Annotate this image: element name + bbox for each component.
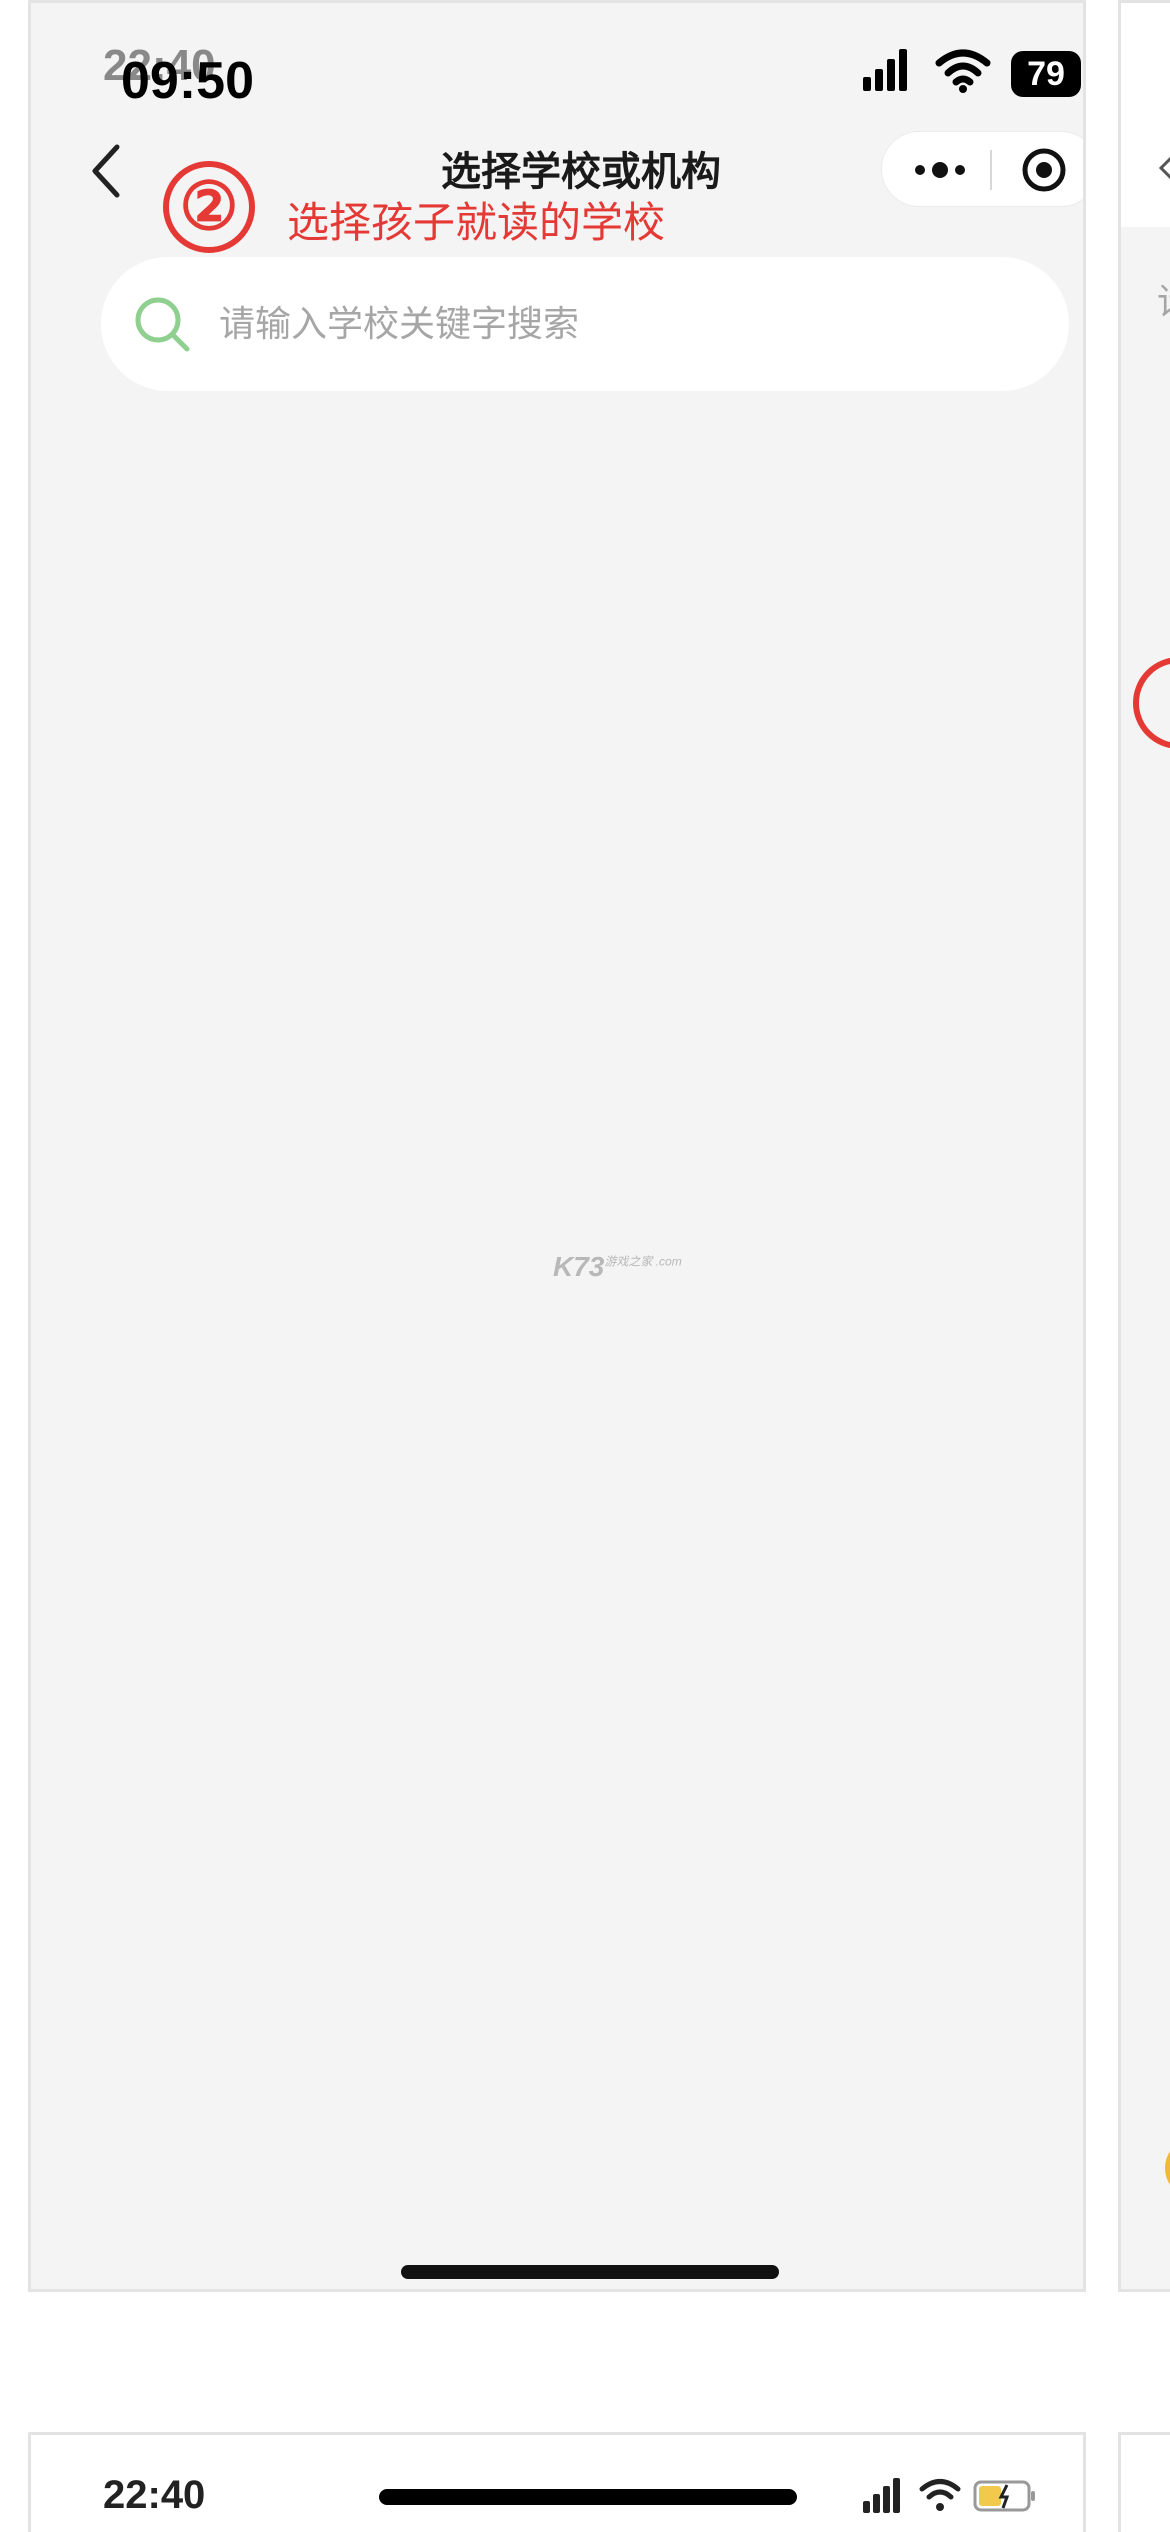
watermark-logo: K73游戏之家 .com: [553, 1251, 682, 1283]
step-number: ②: [179, 169, 239, 243]
capsule-divider: [990, 150, 992, 190]
next-screen-status-time: 22:40: [103, 2473, 206, 2517]
search-bar[interactable]: [101, 257, 1069, 391]
next-screen-wifi-icon: [919, 2479, 961, 2511]
adjacent-step-marker: [1133, 657, 1170, 749]
wifi-icon: [935, 49, 991, 93]
cellular-signal-icon: [863, 49, 907, 91]
close-target-icon[interactable]: [1020, 146, 1068, 194]
adjacent-back-chevron-icon: [1158, 156, 1170, 180]
next-screen-preview: 22:40: [28, 2432, 1086, 2532]
adjacent-placeholder-fragment: 请: [1157, 273, 1170, 325]
more-dots-icon[interactable]: [912, 154, 968, 186]
battery-tip: [1085, 63, 1086, 85]
status-time: 09:50: [121, 52, 254, 110]
back-chevron-icon[interactable]: [87, 141, 127, 201]
annotation-text: 选择孩子就读的学校: [287, 198, 666, 247]
miniprogram-capsule: [881, 131, 1083, 207]
battery-level-badge: 79: [1011, 51, 1081, 97]
search-input[interactable]: [219, 287, 1019, 361]
adjacent-screen-edge: 请: [1118, 0, 1170, 2292]
screenshot-root: 22:40 09:50 79 选择学校或机构 ② 选择孩子就读的学校 请输入学校…: [0, 0, 1170, 2532]
home-indicator[interactable]: [401, 2265, 779, 2279]
next-screen-adjacent-edge: [1118, 2432, 1170, 2532]
search-icon: [135, 297, 190, 352]
step-number-marker: ②: [163, 161, 255, 253]
next-screen-battery-icon: [973, 2480, 1035, 2512]
watermark-logo-text: K73: [553, 1251, 605, 1282]
next-screen-dynamic-island: [379, 2489, 797, 2505]
next-screen-signal-icon: [863, 2478, 900, 2513]
watermark-sub-text: 游戏之家 .com: [604, 1254, 682, 1269]
adjacent-orange-mark: [1165, 2143, 1170, 2193]
adjacent-screen-header: [1121, 3, 1170, 227]
phone-screen: 22:40 09:50 79 选择学校或机构 ② 选择孩子就读的学校 请输入学校…: [28, 0, 1086, 2292]
